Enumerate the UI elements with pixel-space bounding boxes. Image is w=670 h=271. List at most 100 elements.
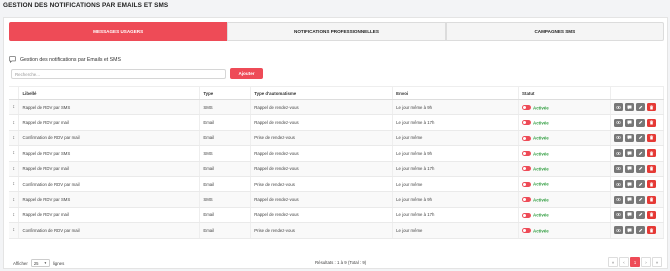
pager-last-button[interactable]: » [652, 257, 662, 267]
cell-type: Email [199, 130, 252, 147]
edit-button[interactable] [635, 180, 645, 189]
message-button[interactable] [624, 118, 634, 127]
cell-envoi: Le jour même [392, 222, 520, 239]
cell-libelle: Rappel de RDV par SMS [18, 99, 201, 116]
message-button[interactable] [624, 210, 634, 219]
edit-button[interactable] [635, 210, 645, 219]
col-type[interactable]: Type [199, 86, 252, 100]
cell-libelle: Rappel de RDV par SMS [18, 191, 201, 208]
edit-button[interactable] [635, 118, 645, 127]
search-input[interactable] [11, 69, 226, 79]
pager-next-button[interactable]: › [641, 257, 651, 267]
view-button[interactable] [613, 195, 623, 204]
edit-button[interactable] [635, 226, 645, 235]
status-toggle[interactable] [522, 120, 532, 126]
message-button[interactable] [624, 164, 634, 173]
status-toggle[interactable] [522, 197, 532, 203]
cell-type-automatisme: Rappel de rendez-vous [250, 207, 394, 224]
col-type-automatisme[interactable]: Type d'automatisme [250, 86, 394, 100]
delete-button[interactable] [646, 164, 656, 173]
message-button[interactable] [624, 195, 634, 204]
edit-button[interactable] [635, 164, 645, 173]
col-drag [9, 86, 20, 100]
status-text: Activée [533, 197, 549, 203]
delete-button[interactable] [646, 195, 656, 204]
message-button[interactable] [624, 103, 634, 112]
cell-actions [610, 191, 665, 208]
add-button[interactable]: Ajouter [230, 68, 263, 79]
message-button[interactable] [624, 149, 634, 158]
status-toggle[interactable] [522, 212, 532, 218]
cell-envoi: Le jour même à 17h [392, 161, 520, 177]
drag-handle-icon[interactable]: ↕ [12, 150, 15, 156]
col-statut[interactable]: Statut [518, 86, 611, 100]
table-row: ↕ Rappel de RDV par SMS SMS Rappel de rende… [9, 191, 665, 208]
view-button[interactable] [613, 180, 623, 189]
cell-statut: Activée [518, 222, 611, 239]
status-toggle[interactable] [522, 151, 532, 157]
per-page-select[interactable]: 25 ▼ [30, 259, 50, 267]
drag-handle-icon[interactable]: ↕ [12, 135, 15, 141]
pager-first-button[interactable]: « [608, 257, 618, 267]
view-button[interactable] [613, 133, 623, 142]
col-libelle[interactable]: Libellé [18, 86, 201, 100]
tab-notifications-professionnelles[interactable]: NOTIFICATIONS PROFESSIONNELLES [227, 22, 446, 41]
cell-libelle: Confirmation de RDV par mail [18, 176, 201, 193]
table-header: Libellé Type Type d'automatisme Envoi St… [9, 86, 665, 100]
status-toggle[interactable] [522, 228, 532, 233]
trash-icon [649, 105, 654, 110]
message-button[interactable] [624, 133, 634, 142]
message-button[interactable] [624, 180, 634, 189]
drag-handle-icon[interactable]: ↕ [12, 212, 15, 218]
view-button[interactable] [613, 149, 623, 158]
view-button[interactable] [613, 118, 623, 127]
delete-button[interactable] [646, 133, 656, 142]
status-toggle[interactable] [522, 181, 532, 187]
col-envoi[interactable]: Envoi [392, 86, 520, 100]
status-toggle[interactable] [522, 135, 532, 141]
edit-button[interactable] [635, 133, 645, 142]
message-button[interactable] [624, 226, 634, 235]
delete-button[interactable] [646, 103, 656, 112]
view-button[interactable] [613, 210, 623, 219]
cell-type-automatisme: Rappel de rendez-vous [250, 99, 394, 116]
edit-icon [638, 212, 643, 217]
status-toggle[interactable] [522, 104, 532, 110]
drag-handle-icon[interactable]: ↕ [12, 181, 15, 187]
delete-button[interactable] [646, 180, 656, 189]
drag-handle-icon[interactable]: ↕ [12, 120, 15, 126]
view-button[interactable] [613, 164, 623, 173]
drag-handle-icon[interactable]: ↕ [12, 227, 15, 233]
pager-page-1[interactable]: 1 [630, 257, 640, 267]
edit-button[interactable] [635, 195, 645, 204]
trash-icon [649, 212, 654, 217]
status-toggle[interactable] [522, 166, 532, 172]
drag-handle-icon[interactable]: ↕ [12, 197, 15, 203]
tab-messages-usagers[interactable]: MESSAGES USAGERS [9, 22, 228, 41]
comment-icon [627, 151, 632, 156]
drag-handle-icon[interactable]: ↕ [12, 104, 15, 110]
cell-envoi: Le jour même à 9h [392, 191, 520, 208]
cell-type: Email [199, 161, 252, 177]
edit-button[interactable] [635, 149, 645, 158]
cell-actions [610, 99, 665, 116]
drag-handle-icon[interactable]: ↕ [12, 166, 15, 172]
delete-button[interactable] [646, 226, 656, 235]
view-button[interactable] [613, 103, 623, 112]
comment-icon [627, 105, 632, 110]
tab-campagnes-sms[interactable]: CAMPAGNES SMS [445, 22, 664, 41]
delete-button[interactable] [646, 149, 656, 158]
delete-button[interactable] [646, 210, 656, 219]
trash-icon [649, 182, 654, 187]
eye-icon [616, 105, 621, 110]
cell-type-automatisme: Rappel de rendez-vous [250, 161, 394, 177]
pager-prev-button[interactable]: ‹ [619, 257, 629, 267]
cell-type-automatisme: Rappel de rendez-vous [250, 191, 394, 208]
edit-icon [638, 120, 643, 125]
comment-icon [627, 228, 632, 233]
edit-icon [638, 197, 643, 202]
delete-button[interactable] [646, 118, 656, 127]
edit-button[interactable] [635, 103, 645, 112]
eye-icon [616, 135, 621, 140]
view-button[interactable] [613, 226, 623, 235]
